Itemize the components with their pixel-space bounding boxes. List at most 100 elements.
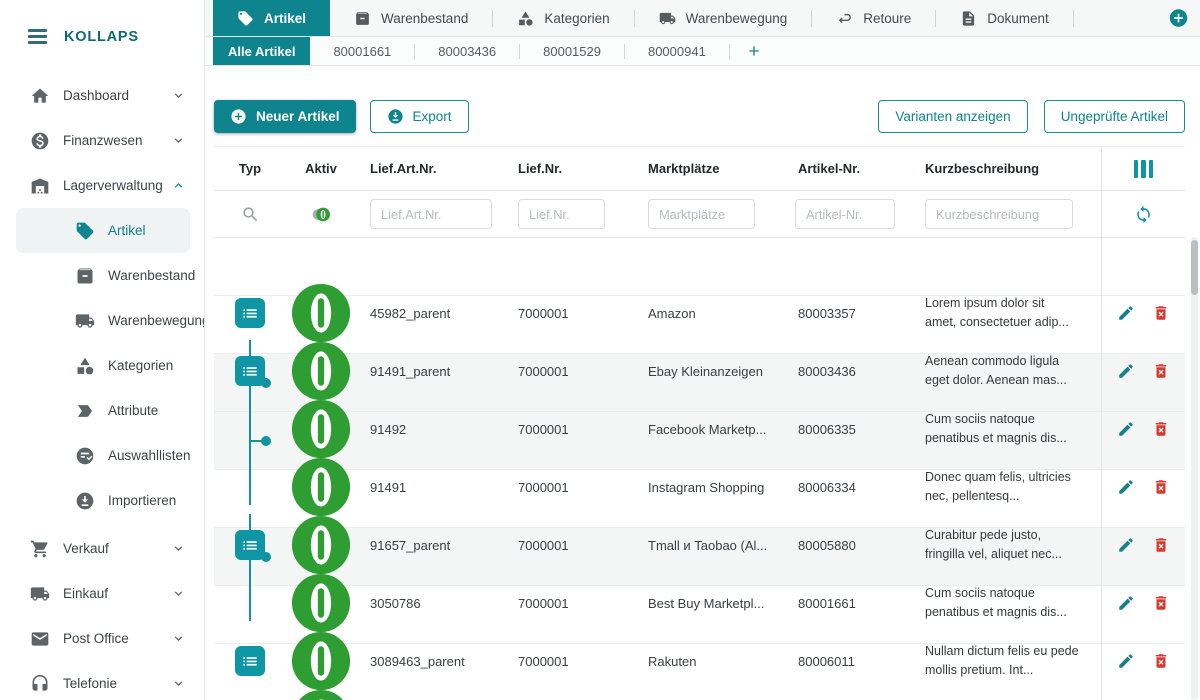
list-type-icon[interactable] — [235, 298, 265, 328]
add-tab-button[interactable] — [1168, 8, 1189, 29]
tab-warenbestand[interactable]: Warenbestand — [330, 0, 492, 36]
toolbar-right: Varianten anzeigen Ungeprüfte Artikel — [878, 100, 1185, 133]
attribute-arrow-icon — [75, 401, 95, 421]
sidebar-item-importieren[interactable]: Importieren — [0, 478, 204, 523]
cell-lief-art-nr: 91491 — [356, 480, 504, 495]
sidebar-item-label: Post Office — [63, 631, 129, 646]
filter-kurzbeschreibung-input[interactable] — [925, 199, 1073, 229]
sidebar-item-label: Kategorien — [108, 358, 173, 373]
tab-kategorien[interactable]: Kategorien — [493, 0, 633, 36]
tab-separator — [1073, 10, 1074, 27]
sidebar-item-label: Finanzwesen — [63, 133, 143, 148]
tab-label: Dokument — [987, 11, 1049, 26]
column-header-artikel-nr[interactable]: Artikel-Nr. — [784, 161, 916, 176]
cell-lief-nr: 7000001 — [504, 422, 634, 437]
cell-lief-art-nr: 3089463_parent — [356, 654, 504, 669]
tab-retoure[interactable]: Retoure — [812, 0, 935, 36]
cell-artikel-nr: 80003436 — [784, 364, 916, 379]
sidebar-item-label: Importieren — [108, 493, 176, 508]
sidebar-item-attribute[interactable]: Attribute — [0, 388, 204, 433]
add-circle-icon — [1168, 8, 1189, 29]
button-label: Export — [413, 109, 452, 124]
sidebar-item-warenbewegung[interactable]: Warenbewegung — [0, 298, 204, 343]
column-header-lief-nr[interactable]: Lief.Nr. — [504, 161, 634, 176]
cell-artikel-nr: 80006334 — [784, 480, 916, 495]
sidebar-item-verkauf[interactable]: Verkauf — [0, 526, 204, 571]
subtab-80000941[interactable]: 80000941 — [625, 37, 729, 65]
cell-marktplatz: Tmall и Taobao (Al... — [634, 538, 784, 553]
inventory-box-icon — [354, 10, 371, 27]
subtab-80003436[interactable]: 80003436 — [415, 37, 519, 65]
tab-label: Warenbestand — [381, 11, 468, 26]
chevron-up-icon — [171, 178, 186, 193]
table-header-row: Typ Aktiv Lief.Art.Nr. Lief.Nr. Marktplä… — [214, 147, 1185, 191]
filter-lief-nr-input[interactable] — [518, 199, 605, 229]
subtab-80001661[interactable]: 80001661 — [310, 37, 414, 65]
import-download-icon — [387, 108, 404, 125]
column-header-aktiv[interactable]: Aktiv — [286, 161, 356, 176]
sidebar-item-label: Lagerverwaltung — [63, 178, 163, 193]
content-area: Neuer Artikel Export Varianten anzeigen … — [205, 66, 1200, 700]
sidebar-item-lagerverwaltung[interactable]: Lagerverwaltung — [0, 163, 204, 208]
filter-marktplaetze-input[interactable] — [648, 199, 755, 229]
subtab-alle-artikel[interactable]: Alle Artikel — [213, 37, 310, 65]
refresh-icon[interactable] — [1134, 205, 1153, 224]
sidebar-item-label: Auswahllisten — [108, 448, 191, 463]
cell-kurzbeschreibung: Donec quam felis, ultricies nec, pellent… — [916, 468, 1101, 506]
sidebar-item-kategorien[interactable]: Kategorien — [0, 343, 204, 388]
active-status-icon[interactable] — [286, 644, 356, 700]
filter-artikel-nr-input[interactable] — [795, 199, 895, 229]
column-header-typ[interactable]: Typ — [214, 161, 286, 176]
table-row[interactable]: 45982_parent 7000001 Amazon 80003357 Lor… — [214, 238, 1185, 296]
cell-kurzbeschreibung: Cum sociis natoque penatibus et magnis d… — [916, 410, 1101, 448]
cell-lief-art-nr: 91492 — [356, 422, 504, 437]
list-type-icon[interactable] — [235, 530, 265, 560]
column-header-marktplaetze[interactable]: Marktplätze — [634, 161, 784, 176]
articles-table: Typ Aktiv Lief.Art.Nr. Lief.Nr. Marktplä… — [214, 146, 1185, 700]
add-subtab-button[interactable] — [746, 43, 762, 59]
refresh-cell — [1101, 191, 1185, 237]
tab-dokument[interactable]: Dokument — [936, 0, 1073, 36]
active-filter-icon[interactable] — [312, 205, 331, 224]
sidebar: KOLLAPS Dashboard Finanzwesen Lagerverwa… — [0, 0, 205, 700]
columns-icon[interactable] — [1133, 160, 1155, 178]
cell-lief-art-nr: 91491_parent — [356, 364, 504, 379]
new-article-button[interactable]: Neuer Artikel — [214, 100, 356, 133]
sidebar-item-finanzwesen[interactable]: Finanzwesen — [0, 118, 204, 163]
child-connector-dot — [261, 436, 271, 446]
hamburger-menu-icon[interactable] — [28, 29, 47, 43]
sidebar-item-post-office[interactable]: Post Office — [0, 616, 204, 661]
list-type-icon[interactable] — [235, 646, 265, 676]
cell-artikel-nr: 80006335 — [784, 422, 916, 437]
scrollbar-thumb[interactable] — [1191, 240, 1198, 295]
list-type-icon[interactable] — [235, 356, 265, 386]
cell-artikel-nr: 80001661 — [784, 596, 916, 611]
home-icon — [30, 86, 50, 106]
category-shapes-icon — [75, 356, 95, 376]
export-button[interactable]: Export — [370, 100, 469, 133]
tab-warenbewegung[interactable]: Warenbewegung — [635, 0, 812, 36]
show-variants-button[interactable]: Varianten anzeigen — [878, 100, 1027, 133]
column-header-kurzbeschreibung[interactable]: Kurzbeschreibung — [916, 161, 1101, 176]
unchecked-articles-button[interactable]: Ungeprüfte Artikel — [1044, 100, 1185, 133]
checklist-circle-icon — [75, 446, 95, 466]
search-icon[interactable] — [241, 205, 260, 224]
column-header-lief-art-nr[interactable]: Lief.Art.Nr. — [356, 161, 504, 176]
subtab-80001529[interactable]: 80001529 — [520, 37, 624, 65]
sidebar-item-dashboard[interactable]: Dashboard — [0, 73, 204, 118]
sidebar-item-label: Telefonie — [63, 676, 117, 691]
sidebar-item-auswahllisten[interactable]: Auswahllisten — [0, 433, 204, 478]
plus-icon — [746, 43, 762, 59]
sidebar-item-telefonie[interactable]: Telefonie — [0, 661, 204, 700]
sidebar-item-warenbestand[interactable]: Warenbestand — [0, 253, 204, 298]
toolbar: Neuer Artikel Export Varianten anzeigen … — [214, 100, 1185, 133]
sidebar-item-artikel[interactable]: Artikel — [16, 208, 190, 253]
sidebar-item-einkauf[interactable]: Einkauf — [0, 571, 204, 616]
tab-artikel[interactable]: Artikel — [213, 0, 330, 36]
sidebar-item-label: Warenbewegung — [108, 313, 205, 328]
subtab-label: 80001661 — [333, 44, 391, 59]
cell-marktplatz: Best Buy Marketpl... — [634, 596, 784, 611]
cell-artikel-nr: 80003357 — [784, 306, 916, 321]
filter-lief-art-nr-input[interactable] — [370, 199, 492, 229]
article-tab-bar: Alle Artikel 80001661 80003436 80001529 … — [205, 37, 1200, 66]
